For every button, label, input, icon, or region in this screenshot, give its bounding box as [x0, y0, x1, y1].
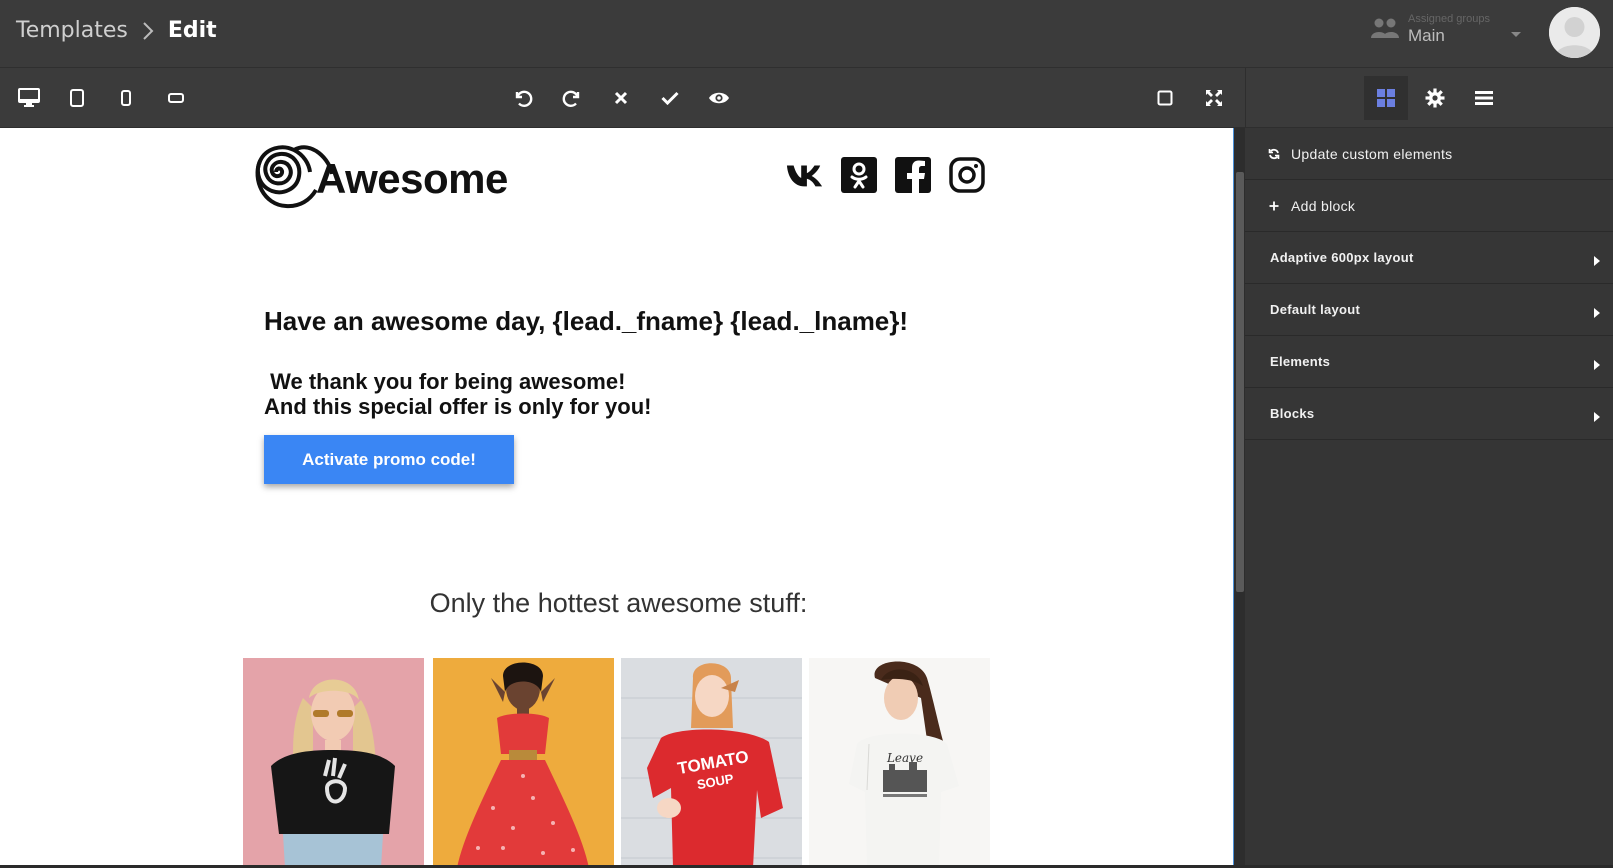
users-icon — [1370, 16, 1400, 45]
add-block-label: Add block — [1291, 197, 1356, 214]
canvas-scroll-thumb[interactable] — [1236, 172, 1244, 592]
update-custom-elements-button[interactable]: Update custom elements — [1245, 128, 1613, 180]
settings-gear-icon[interactable] — [1413, 76, 1457, 120]
breadcrumb-current: Edit — [167, 18, 217, 43]
instagram-icon[interactable] — [948, 156, 986, 194]
vk-icon[interactable] — [786, 156, 824, 194]
top-header: Templates Edit Assigned groups Main — [0, 0, 1613, 68]
email-canvas[interactable]: Awesome Have an awesome day, {lead._fnam… — [0, 128, 1233, 868]
section-default-layout[interactable]: Default layout — [1245, 284, 1613, 336]
cancel-icon[interactable] — [608, 85, 634, 111]
caret-down-icon — [1510, 26, 1522, 44]
facebook-icon[interactable] — [894, 156, 932, 194]
blocks-grid-icon[interactable] — [1364, 76, 1408, 120]
caret-right-icon — [1594, 357, 1600, 373]
assigned-groups-caption: Assigned groups — [1408, 13, 1490, 25]
fullscreen-icon[interactable] — [1201, 85, 1227, 111]
caret-right-icon — [1594, 409, 1600, 425]
section-blocks[interactable]: Blocks — [1245, 388, 1613, 440]
product-image-skeleton-tee[interactable] — [243, 658, 424, 868]
activate-promo-button[interactable]: Activate promo code! — [264, 435, 514, 484]
tablet-view-icon[interactable] — [64, 85, 90, 111]
thanks-line-1: We thank you for being awesome! — [264, 369, 626, 394]
panel-tabs — [1245, 68, 1613, 128]
product-image-red-dress[interactable] — [433, 658, 614, 868]
blocks-panel: Update custom elements Add block Adaptiv… — [1245, 128, 1613, 868]
plus-icon — [1267, 201, 1281, 211]
update-custom-elements-label: Update custom elements — [1291, 145, 1453, 162]
odnoklassniki-icon[interactable] — [840, 156, 878, 194]
section-label: Blocks — [1270, 406, 1315, 421]
brand-logo[interactable]: Awesome — [238, 130, 508, 210]
assigned-groups-dropdown[interactable]: Assigned groups Main — [1370, 10, 1522, 56]
section-label: Default layout — [1270, 302, 1361, 317]
caret-right-icon — [1594, 253, 1600, 269]
redo-icon[interactable] — [559, 85, 585, 111]
preview-eye-icon[interactable] — [706, 85, 732, 111]
email-greeting[interactable]: Have an awesome day, {lead._fname} {lead… — [264, 306, 908, 337]
mobile-view-icon[interactable] — [113, 85, 139, 111]
thanks-line-2: And this special offer is only for you! — [264, 394, 652, 419]
caret-right-icon — [1594, 305, 1600, 321]
breadcrumb-templates-link[interactable]: Templates — [16, 18, 128, 43]
outline-toggle-icon[interactable] — [1152, 85, 1178, 111]
section-label: Elements — [1270, 354, 1331, 369]
assigned-groups-value: Main — [1408, 26, 1445, 45]
section-label: Adaptive 600px layout — [1270, 250, 1414, 265]
svg-text:Leave: Leave — [886, 751, 923, 765]
layers-menu-icon[interactable] — [1462, 76, 1506, 120]
canvas-scrollbar[interactable] — [1233, 128, 1245, 868]
section-adaptive-600px-layout[interactable]: Adaptive 600px layout — [1245, 232, 1613, 284]
editor-toolbar — [0, 68, 1245, 128]
hottest-heading[interactable]: Only the hottest awesome stuff: — [0, 588, 1233, 619]
hottest-heading-text: Only the hottest awesome stuff: — [429, 588, 808, 618]
breadcrumb: Templates Edit — [16, 18, 217, 43]
section-elements[interactable]: Elements — [1245, 336, 1613, 388]
product-image-white-tee[interactable]: Leave — [809, 658, 990, 868]
chevron-right-icon — [142, 21, 154, 41]
desktop-view-icon[interactable] — [16, 85, 42, 111]
user-avatar[interactable] — [1549, 7, 1600, 58]
template-editor: Templates Edit Assigned groups Main Awes… — [0, 0, 1613, 868]
add-block-button[interactable]: Add block — [1245, 180, 1613, 232]
undo-icon[interactable] — [510, 85, 536, 111]
refresh-icon — [1267, 148, 1281, 160]
brand-logo-text: Awesome — [316, 155, 508, 202]
email-thanks-text[interactable]: We thank you for being awesome! And this… — [264, 369, 652, 419]
mobile-landscape-view-icon[interactable] — [163, 85, 189, 111]
product-image-red-sweatshirt[interactable]: TOMATO SOUP — [621, 658, 802, 868]
save-check-icon[interactable] — [657, 85, 683, 111]
